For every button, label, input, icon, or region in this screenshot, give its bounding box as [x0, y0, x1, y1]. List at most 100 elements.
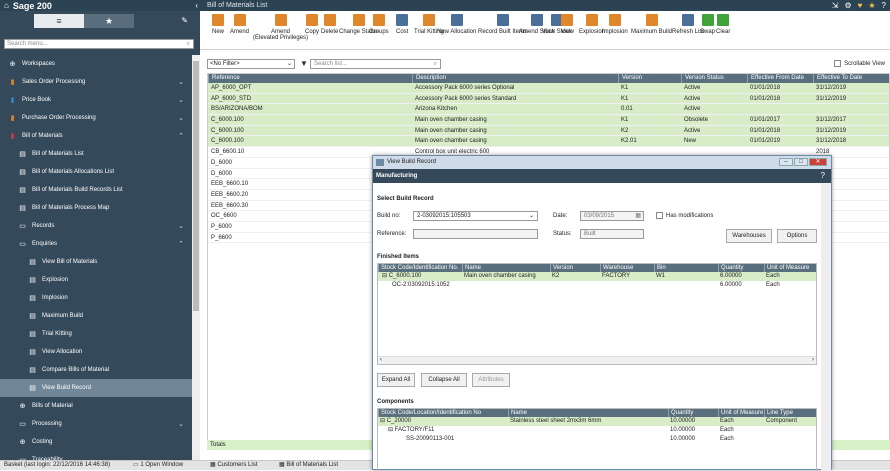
toolbar-button[interactable]: New [212, 14, 224, 35]
build-no-select[interactable]: 2-03092015:105503 ⌄ [413, 211, 538, 221]
column-header[interactable]: Stock Code/Identification No. [378, 264, 462, 272]
toolbar-button[interactable]: Groups [369, 14, 389, 35]
sidebar-item[interactable]: ▤ Implosion [0, 289, 192, 307]
sidebar-item[interactable]: ▭ Enquiries ⌃ [0, 235, 192, 253]
chevron-down-icon[interactable]: ⌄ [178, 222, 184, 230]
edit-icon[interactable]: ✎ [181, 16, 188, 25]
sidebar-item[interactable]: ▤ View Allocation [0, 343, 192, 361]
filter-icon[interactable]: ▼ [300, 59, 308, 68]
search-icon[interactable]: ⌕ [187, 40, 190, 48]
toolbar-button[interactable]: Cost [396, 14, 408, 35]
list-search-input[interactable]: Search list... ⌕ [310, 59, 441, 69]
column-header[interactable]: Unit of Measure [764, 264, 818, 272]
column-header[interactable]: Version Status [681, 74, 747, 83]
table-row[interactable]: C_6000.100 Main oven chamber casing K2 Acti… [208, 125, 889, 137]
sidebar-item[interactable]: ▤ Explosion [0, 271, 192, 289]
sidebar-item[interactable]: ▮ Bill of Materials ⌃ [0, 127, 192, 145]
toolbar-button[interactable]: Delete [321, 14, 338, 35]
scrollbar-thumb[interactable] [193, 61, 199, 311]
toolbar-button[interactable]: Swap [700, 14, 715, 35]
warehouses-button[interactable]: Warehouses [726, 229, 772, 243]
chevron-up-icon[interactable]: ⌃ [178, 240, 184, 248]
expand-all-button[interactable]: Expand All [377, 373, 415, 387]
grid-row[interactable]: ⊟ C_6000.100 Main oven chamber casing K2 FA… [378, 272, 816, 281]
chevron-down-icon[interactable]: ⌄ [178, 114, 184, 122]
home-icon[interactable]: ⌂ [4, 1, 9, 10]
checkbox[interactable] [656, 212, 663, 219]
column-header[interactable]: Reference [208, 74, 412, 83]
chevron-down-icon[interactable]: ⌄ [178, 420, 184, 428]
dialog-titlebar[interactable]: View Build Record – □ ✕ [373, 156, 831, 169]
toolbar-button[interactable]: Amend (Elevated Privileges) [253, 14, 308, 41]
scroll-right-icon[interactable]: › [812, 357, 814, 363]
scroll-left-icon[interactable]: ‹ [380, 357, 382, 363]
sidebar-item[interactable]: ▤ Compare Bills of Material [0, 361, 192, 379]
menu-search-input[interactable]: Search menu... ⌕ [4, 39, 194, 49]
toolbar-button[interactable]: Copy [305, 14, 319, 35]
sidebar-item[interactable]: ▭Traceability⌄ [0, 451, 192, 460]
checkbox[interactable] [834, 60, 842, 67]
horizontal-scrollbar[interactable]: ‹ › [378, 356, 816, 364]
grid-row[interactable]: ⊟ FACTORY/F11 10.00000 Each [378, 426, 816, 435]
menu-tab[interactable]: ≡ [34, 14, 84, 28]
sidebar-scrollbar[interactable] [192, 55, 200, 460]
open-window-count[interactable]: ▭ 1 Open Window [133, 461, 183, 470]
table-row[interactable]: BS/ARIZONA/BOM Arizona Kitchen 0.01 Active [208, 104, 889, 116]
calendar-icon[interactable]: ▦ [635, 212, 641, 220]
date-field[interactable]: 03/09/2015 ▦ [580, 211, 644, 221]
column-header[interactable]: Line Type [764, 409, 818, 417]
sidebar-item[interactable]: ▤ View Build Record [0, 379, 192, 397]
table-row[interactable]: C_6000.100 Main oven chamber casing K2.01 N… [208, 136, 889, 148]
collapse-all-button[interactable]: Collapse All [421, 373, 467, 387]
toolbar-button[interactable]: New Allocation [437, 14, 476, 35]
column-header[interactable]: Warehouse [600, 264, 654, 272]
column-header[interactable]: Name [462, 264, 550, 272]
column-header[interactable]: Effective To Date [813, 74, 890, 83]
notification-icon[interactable]: ♥ [858, 1, 863, 10]
column-header[interactable]: Quantity [668, 409, 718, 417]
chevron-down-icon[interactable]: ⌄ [178, 96, 184, 104]
reference-field[interactable] [413, 229, 538, 239]
toolbar-button[interactable]: Clear [716, 14, 730, 35]
back-icon[interactable]: ‹ [195, 1, 198, 10]
column-header[interactable]: Quantity [718, 264, 764, 272]
column-header[interactable]: Description [412, 74, 618, 83]
column-header[interactable]: Effective From Date [747, 74, 813, 83]
taskbar-tab-customers[interactable]: ▦ Customers List [210, 461, 257, 470]
grid-row[interactable]: SS-20090113-001 10.00000 Each [378, 435, 816, 444]
close-button[interactable]: ✕ [809, 158, 827, 166]
column-header[interactable]: Stock Code/Location/Identification No [378, 409, 508, 417]
basket-status[interactable]: Basket (last login: 22/12/2016 14:46:38) [4, 461, 110, 470]
sidebar-item[interactable]: ▮ Price Book ⌄ [0, 91, 192, 109]
column-header[interactable]: Version [618, 74, 681, 83]
sidebar-item[interactable]: ▭ Processing ⌄ [0, 415, 192, 433]
chevron-up-icon[interactable]: ⌃ [178, 132, 184, 140]
taskbar-tab-bom[interactable]: ▦ Bill of Materials List [279, 461, 338, 470]
sidebar-item[interactable]: ▤ Bill of Materials Build Records List [0, 181, 192, 199]
help-icon[interactable]: ? [882, 1, 886, 10]
sidebar-item[interactable]: ▤ Bill of Materials Process Map [0, 199, 192, 217]
toolbar-button[interactable]: View [561, 14, 574, 35]
sidebar-item[interactable]: ⊕ Costing [0, 433, 192, 451]
sidebar-item[interactable]: ▤ View Bill of Materials [0, 253, 192, 271]
sidebar-item[interactable]: ⊕ Bills of Material [0, 397, 192, 415]
search-icon[interactable]: ⌕ [434, 60, 437, 68]
favourites-tab[interactable]: ★ [84, 14, 134, 28]
minimize-icon[interactable]: ⇲ [832, 1, 839, 10]
sidebar-item[interactable]: ▤ Maximum Build [0, 307, 192, 325]
sidebar-item[interactable]: ▭ Records ⌄ [0, 217, 192, 235]
settings-icon[interactable]: ⚙ [844, 1, 851, 10]
attributes-button[interactable]: Attributes [472, 373, 510, 387]
toolbar-button[interactable]: Maximum Build [631, 14, 672, 35]
sidebar-item[interactable]: ▤ Trial Kitting [0, 325, 192, 343]
filter-select[interactable]: <No Filter> ⌄ [207, 59, 295, 69]
grid-row[interactable]: ⊟ C_20000 Stainless steel sheet 2mx3m 6mm… [378, 417, 816, 426]
favourites-icon[interactable]: ★ [868, 1, 875, 10]
maximize-button[interactable]: □ [794, 158, 808, 166]
scrollable-view-checkbox[interactable]: Scrollable View [834, 60, 885, 67]
dialog-scrollbar[interactable] [821, 183, 831, 471]
sidebar-item[interactable]: ▮ Sales Order Processing ⌄ [0, 73, 192, 91]
table-row[interactable]: AP_6000_OPT Accessory Pack 6000 series Op… [208, 83, 889, 94]
sidebar-item[interactable]: ▤ Bill of Materials List [0, 145, 192, 163]
status-field[interactable]: Built [580, 229, 644, 239]
